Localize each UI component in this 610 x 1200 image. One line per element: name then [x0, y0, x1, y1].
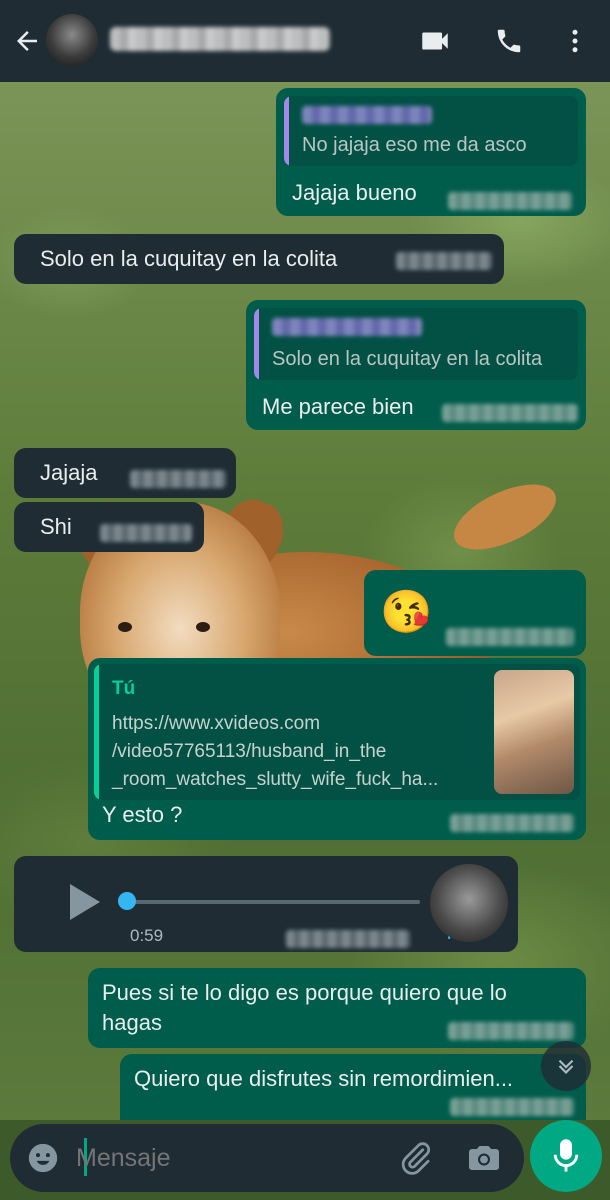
- message-bubble-outgoing[interactable]: Pues si te lo digo es porque quiero que …: [88, 968, 586, 1048]
- mic-icon: [553, 1139, 579, 1172]
- message-bubble-outgoing[interactable]: Quiero que disfrutes sin remordimien...: [120, 1054, 586, 1120]
- quoted-message[interactable]: Solo en la cuquitay en la colita: [254, 308, 578, 380]
- message-bubble-outgoing[interactable]: Solo en la cuquitay en la colita Me pare…: [246, 300, 586, 430]
- link-preview-thumbnail[interactable]: [494, 670, 574, 794]
- message-meta-redacted: [442, 404, 578, 422]
- link-preview-url-line: /video57765113/husband_in_the: [112, 741, 387, 762]
- sender-avatar: [430, 864, 508, 942]
- double-chevron-down-icon: [558, 1059, 574, 1075]
- quoted-text: Solo en la cuquitay en la colita: [272, 348, 543, 370]
- attach-icon[interactable]: [398, 1140, 434, 1176]
- chat-header: [0, 0, 610, 82]
- message-text: Solo en la cuquitay en la colita: [40, 246, 338, 271]
- message-meta-redacted: [130, 470, 226, 488]
- message-bubble-outgoing[interactable]: 😘: [364, 570, 586, 656]
- message-meta-redacted: [450, 1098, 574, 1116]
- arrow-back-icon: [17, 31, 37, 51]
- message-meta-redacted: [396, 252, 492, 270]
- quote-author-redacted: [302, 106, 432, 124]
- message-meta-redacted: [446, 628, 574, 646]
- quoted-text: No jajaja eso me da asco: [302, 134, 527, 156]
- wallpaper-dog-eye: [196, 622, 210, 632]
- video-call-button[interactable]: [416, 22, 454, 60]
- play-icon[interactable]: [70, 884, 100, 920]
- back-button[interactable]: [8, 22, 46, 60]
- message-bubble-incoming[interactable]: Jajaja: [14, 448, 236, 498]
- voice-duration: 0:59: [130, 926, 164, 945]
- wallpaper-dog-tail: [444, 471, 566, 563]
- message-text: Quiero que disfrutes sin remordimien...: [134, 1066, 514, 1091]
- kiss-emoji: 😘: [380, 588, 433, 635]
- more-options-button[interactable]: [556, 22, 594, 60]
- message-meta-redacted: [286, 930, 410, 948]
- message-meta-redacted: [448, 192, 572, 210]
- message-input[interactable]: [76, 1138, 376, 1178]
- message-meta-redacted: [448, 1022, 574, 1040]
- message-composer: [10, 1124, 524, 1192]
- message-text: Y esto ?: [102, 802, 183, 827]
- phone-call-icon: [497, 29, 521, 53]
- message-bubble-outgoing[interactable]: Tú https://www.xvideos.com /video5776511…: [88, 658, 586, 840]
- message-text-line: Pues si te lo digo es porque quiero que …: [102, 980, 507, 1005]
- quoted-message[interactable]: No jajaja eso me da asco: [284, 96, 578, 166]
- voice-message-bubble[interactable]: 0:59: [14, 856, 518, 952]
- link-preview-url-line: _room_watches_slutty_wife_fuck_ha...: [112, 769, 439, 790]
- link-preview-card[interactable]: Tú https://www.xvideos.com /video5776511…: [94, 664, 580, 800]
- record-voice-button[interactable]: [530, 1120, 602, 1192]
- message-text-line: hagas: [102, 1010, 162, 1035]
- message-text: Jajaja bueno: [292, 180, 417, 205]
- message-bubble-incoming[interactable]: Shi: [14, 502, 204, 552]
- voice-progress-track[interactable]: [124, 900, 420, 904]
- message-text: Me parece bien: [262, 394, 414, 419]
- message-text: Shi: [40, 514, 72, 539]
- more-vertical-icon: [572, 29, 578, 53]
- emoji-icon[interactable]: [26, 1141, 60, 1175]
- message-meta-redacted: [100, 524, 192, 542]
- voice-progress-thumb[interactable]: [118, 892, 136, 910]
- contact-avatar[interactable]: [46, 14, 98, 66]
- message-meta-redacted: [450, 814, 574, 832]
- contact-name-redacted[interactable]: [110, 27, 330, 51]
- camera-icon[interactable]: [466, 1140, 502, 1176]
- message-bubble-incoming[interactable]: Solo en la cuquitay en la colita: [14, 234, 504, 284]
- scroll-to-bottom-button[interactable]: [541, 1041, 591, 1091]
- link-preview-url-line: https://www.xvideos.com: [112, 713, 321, 734]
- video-call-icon: [422, 32, 448, 50]
- quote-author-redacted: [272, 318, 422, 336]
- message-bubble-outgoing[interactable]: No jajaja eso me da asco Jajaja bueno: [276, 88, 586, 216]
- link-preview-author: Tú: [112, 678, 136, 699]
- wallpaper-dog-eye: [118, 622, 132, 632]
- voice-call-button[interactable]: [490, 22, 528, 60]
- message-text: Jajaja: [40, 460, 98, 485]
